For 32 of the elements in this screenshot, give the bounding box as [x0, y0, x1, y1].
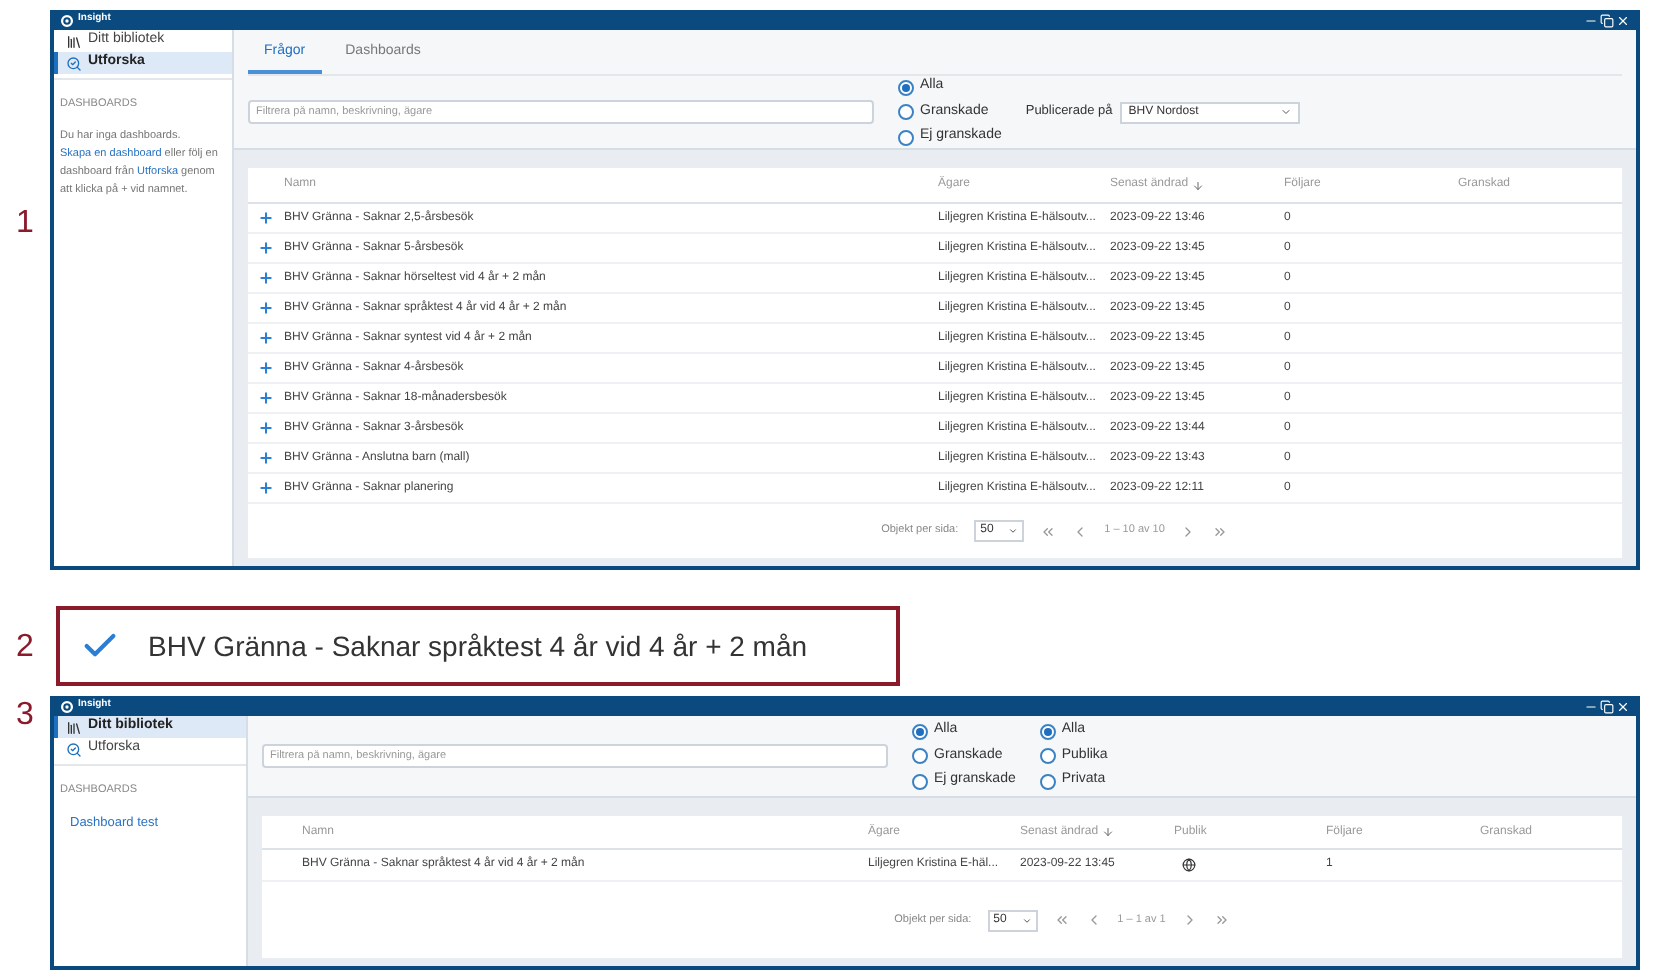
search-icon	[66, 741, 82, 757]
query-name: BHV Gränna - Saknar språktest 4 år vid 4 år + 2 mån	[148, 627, 808, 666]
add-icon[interactable]	[258, 210, 274, 226]
step-number: 3	[14, 696, 36, 736]
add-icon[interactable]	[258, 420, 274, 436]
logo-icon	[60, 699, 74, 713]
sort-icon	[1102, 826, 1115, 838]
sort-icon	[1192, 179, 1205, 191]
add-icon[interactable]	[258, 330, 274, 346]
close-icon[interactable]	[1616, 699, 1630, 713]
add-icon[interactable]	[258, 480, 274, 496]
add-icon[interactable]	[258, 390, 274, 406]
caret-icon	[1008, 526, 1019, 536]
add-icon[interactable]	[258, 360, 274, 376]
caret-icon	[1280, 106, 1293, 118]
step-number: 2	[14, 628, 36, 664]
restore-icon[interactable]	[1600, 13, 1614, 27]
add-icon[interactable]	[258, 450, 274, 466]
search-icon	[66, 55, 82, 71]
last-page-icon[interactable]	[1212, 523, 1229, 539]
add-icon[interactable]	[258, 300, 274, 316]
books-icon	[66, 33, 82, 49]
step-number: 1	[14, 204, 36, 244]
last-page-icon[interactable]	[1213, 912, 1230, 928]
first-page-icon[interactable]	[1040, 523, 1057, 539]
first-page-icon[interactable]	[1053, 912, 1070, 928]
books-icon	[66, 719, 82, 735]
restore-icon[interactable]	[1600, 699, 1614, 713]
close-icon[interactable]	[1616, 13, 1630, 27]
add-icon[interactable]	[258, 270, 274, 286]
add-icon[interactable]	[258, 240, 274, 256]
caret-icon	[1021, 915, 1032, 925]
